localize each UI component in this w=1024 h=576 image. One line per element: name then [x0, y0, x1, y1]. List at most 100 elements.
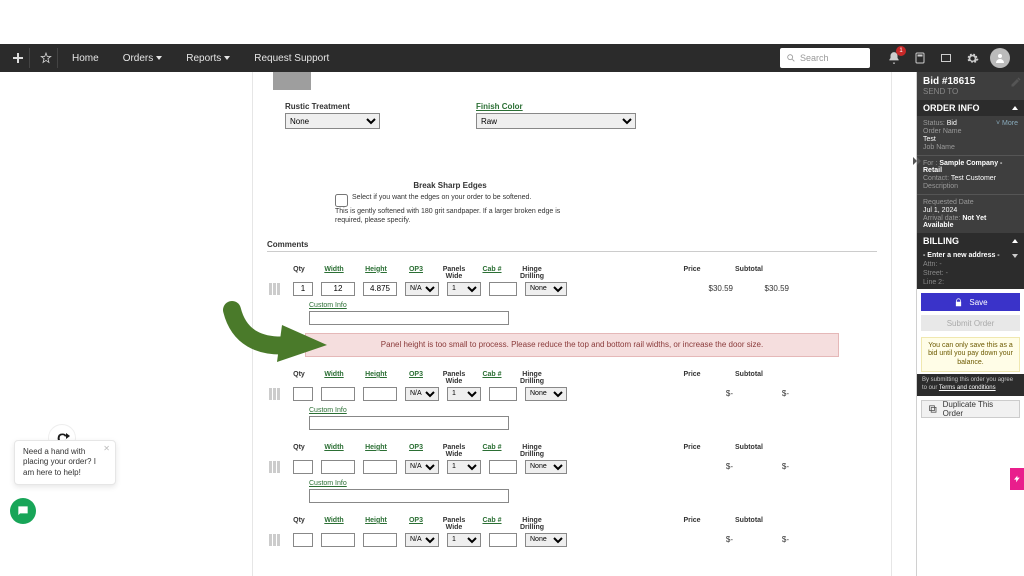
duplicate-button[interactable]: Duplicate This Order — [921, 400, 1020, 418]
hdr-cab[interactable]: Cab # — [477, 517, 507, 531]
hdr-cab[interactable]: Cab # — [477, 371, 507, 385]
nav-reports[interactable]: Reports — [176, 53, 240, 64]
star-icon[interactable] — [34, 48, 58, 68]
hdr-cab[interactable]: Cab # — [477, 266, 507, 280]
avatar[interactable] — [990, 48, 1010, 68]
fast-forward-icon[interactable] — [908, 152, 926, 170]
rustic-select[interactable]: None — [285, 113, 380, 129]
cab-input[interactable] — [489, 533, 517, 547]
nav-reports-label: Reports — [186, 53, 221, 64]
drag-handle-icon[interactable] — [269, 461, 285, 473]
op3-select[interactable]: N/A — [405, 282, 439, 296]
op3-select[interactable]: N/A — [405, 533, 439, 547]
op3-select[interactable]: N/A — [405, 387, 439, 401]
section-order-info[interactable]: ORDER INFO — [917, 100, 1024, 116]
panels-select[interactable]: 1 — [447, 460, 481, 474]
custom-info-input[interactable] — [309, 311, 509, 325]
submit-button[interactable]: Submit Order — [921, 315, 1020, 331]
hdr-op3[interactable]: OP3 — [401, 517, 431, 531]
hdr-width[interactable]: Width — [317, 266, 351, 280]
desc-key: Description — [923, 183, 1018, 190]
cab-input[interactable] — [489, 282, 517, 296]
close-icon[interactable]: ✕ — [103, 444, 110, 454]
search-input[interactable]: Search — [780, 48, 870, 68]
hdr-qty: Qty — [289, 517, 309, 531]
custom-info-link[interactable]: Custom Info — [309, 480, 879, 487]
subtotal-value: $- — [741, 462, 789, 471]
panels-select[interactable]: 1 — [447, 387, 481, 401]
custom-info-link[interactable]: Custom Info — [309, 302, 879, 309]
break-edges-checkbox[interactable] — [335, 194, 348, 207]
hdr-price: Price — [667, 371, 717, 385]
finish-label[interactable]: Finish Color — [476, 102, 636, 111]
height-input[interactable] — [363, 460, 397, 474]
window-icon[interactable] — [938, 50, 954, 66]
width-input[interactable] — [321, 387, 355, 401]
nav-home[interactable]: Home — [62, 53, 109, 64]
custom-info-input[interactable] — [309, 416, 509, 430]
drag-handle-icon[interactable] — [269, 283, 285, 295]
height-input[interactable] — [363, 282, 397, 296]
nav-orders-label: Orders — [123, 53, 154, 64]
hdr-op3[interactable]: OP3 — [401, 371, 431, 385]
hdr-height[interactable]: Height — [359, 444, 393, 458]
hdr-op3[interactable]: OP3 — [401, 444, 431, 458]
chevron-down-icon — [224, 56, 230, 60]
drag-handle-icon[interactable] — [269, 388, 285, 400]
finish-select[interactable]: Raw — [476, 113, 636, 129]
nav-orders[interactable]: Orders — [113, 53, 173, 64]
order-info-label: ORDER INFO — [923, 103, 980, 113]
panels-select[interactable]: 1 — [447, 533, 481, 547]
hinge-select[interactable]: None — [525, 282, 567, 296]
hdr-width[interactable]: Width — [317, 444, 351, 458]
hdr-width[interactable]: Width — [317, 371, 351, 385]
hdr-height[interactable]: Height — [359, 371, 393, 385]
height-input[interactable] — [363, 387, 397, 401]
hdr-hinge: Hinge Drilling — [515, 444, 549, 458]
notif-badge: 1 — [896, 46, 906, 56]
hinge-select[interactable]: None — [525, 533, 567, 547]
bolt-icon[interactable] — [1010, 468, 1024, 490]
qty-input[interactable] — [293, 282, 313, 296]
hdr-height[interactable]: Height — [359, 517, 393, 531]
save-button[interactable]: Save — [921, 293, 1020, 311]
more-link[interactable]: ˅ More — [996, 120, 1018, 127]
hdr-cab[interactable]: Cab # — [477, 444, 507, 458]
hinge-select[interactable]: None — [525, 460, 567, 474]
section-billing[interactable]: BILLING — [917, 233, 1024, 249]
chevron-up-icon — [1012, 239, 1018, 243]
qty-input[interactable] — [293, 533, 313, 547]
hdr-height[interactable]: Height — [359, 266, 393, 280]
width-input[interactable] — [321, 282, 355, 296]
hdr-width[interactable]: Width — [317, 517, 351, 531]
drag-handle-icon[interactable] — [269, 534, 285, 546]
ordername-key: Order Name — [923, 128, 1018, 135]
height-input[interactable] — [363, 533, 397, 547]
custom-info-input[interactable] — [309, 489, 509, 503]
width-input[interactable] — [321, 460, 355, 474]
cab-input[interactable] — [489, 460, 517, 474]
chevron-down-icon[interactable] — [1012, 254, 1018, 258]
qty-input[interactable] — [293, 387, 313, 401]
new-icon[interactable] — [6, 48, 30, 68]
line-item-2: Qty Width Height OP3 Panels Wide Cab # H… — [265, 371, 879, 430]
pencil-icon[interactable] — [1010, 76, 1022, 88]
hdr-hinge: Hinge Drilling — [515, 371, 549, 385]
error-message: Panel height is too small to process. Pl… — [305, 333, 839, 357]
search-icon — [786, 53, 796, 63]
custom-info-link[interactable]: Custom Info — [309, 407, 879, 414]
cab-input[interactable] — [489, 387, 517, 401]
qty-input[interactable] — [293, 460, 313, 474]
calc-icon[interactable] — [912, 50, 928, 66]
hinge-select[interactable]: None — [525, 387, 567, 401]
hdr-op3[interactable]: OP3 — [401, 266, 431, 280]
op3-select[interactable]: N/A — [405, 460, 439, 474]
panels-select[interactable]: 1 — [447, 282, 481, 296]
chat-button[interactable] — [10, 498, 36, 524]
terms-link[interactable]: Terms and conditions — [939, 385, 996, 391]
bell-icon[interactable]: 1 — [886, 50, 902, 66]
nav-support[interactable]: Request Support — [244, 53, 339, 64]
gear-icon[interactable] — [964, 50, 980, 66]
hdr-subtotal: Subtotal — [725, 444, 773, 458]
width-input[interactable] — [321, 533, 355, 547]
